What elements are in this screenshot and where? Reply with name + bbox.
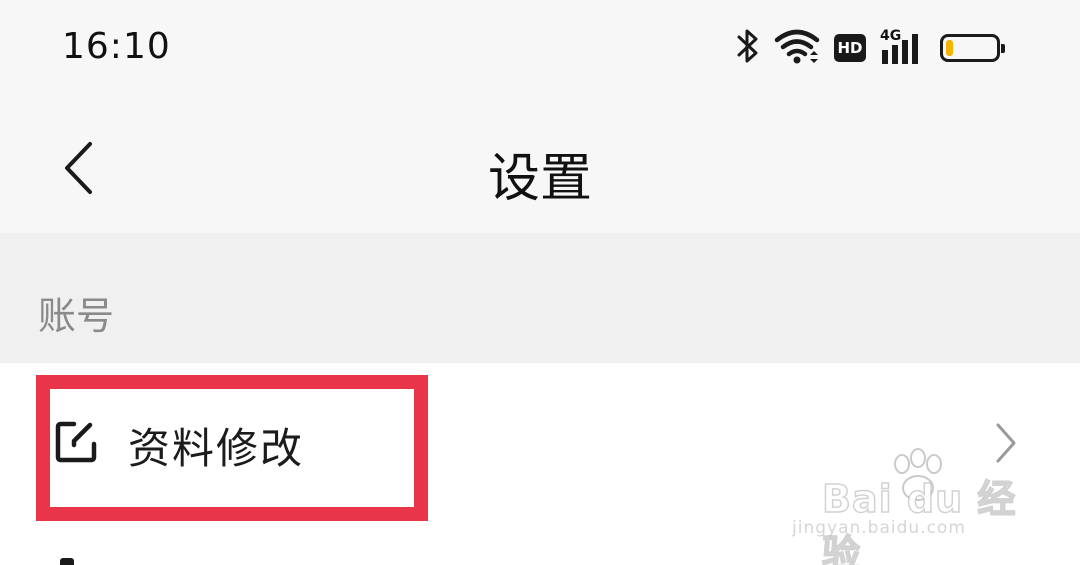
battery-icon bbox=[940, 34, 1005, 62]
edit-icon bbox=[55, 421, 97, 463]
title-bar: 设置 bbox=[0, 100, 1080, 233]
settings-screen: 16:10 HD 4G 设置 账号 资料修改 Bai du 经验 jingyan… bbox=[0, 0, 1080, 565]
wifi-icon bbox=[774, 27, 820, 69]
status-icons: HD 4G bbox=[736, 27, 1005, 69]
hd-badge: HD bbox=[834, 34, 866, 62]
status-bar: 16:10 HD 4G bbox=[0, 0, 1080, 100]
settings-list: 资料修改 bbox=[0, 363, 1080, 565]
list-item-edit-profile[interactable]: 资料修改 bbox=[0, 363, 1080, 523]
list-item-label: 资料修改 bbox=[128, 424, 305, 473]
status-time: 16:10 bbox=[62, 26, 171, 67]
section-header-account: 账号 bbox=[0, 233, 1080, 363]
battery-fill bbox=[946, 40, 953, 56]
chevron-right-icon bbox=[996, 423, 1016, 463]
page-title: 设置 bbox=[487, 149, 592, 209]
next-item-stub bbox=[60, 558, 74, 565]
cellular-signal-icon: 4G bbox=[880, 28, 926, 66]
section-label: 账号 bbox=[38, 294, 115, 338]
bluetooth-icon bbox=[736, 27, 760, 69]
